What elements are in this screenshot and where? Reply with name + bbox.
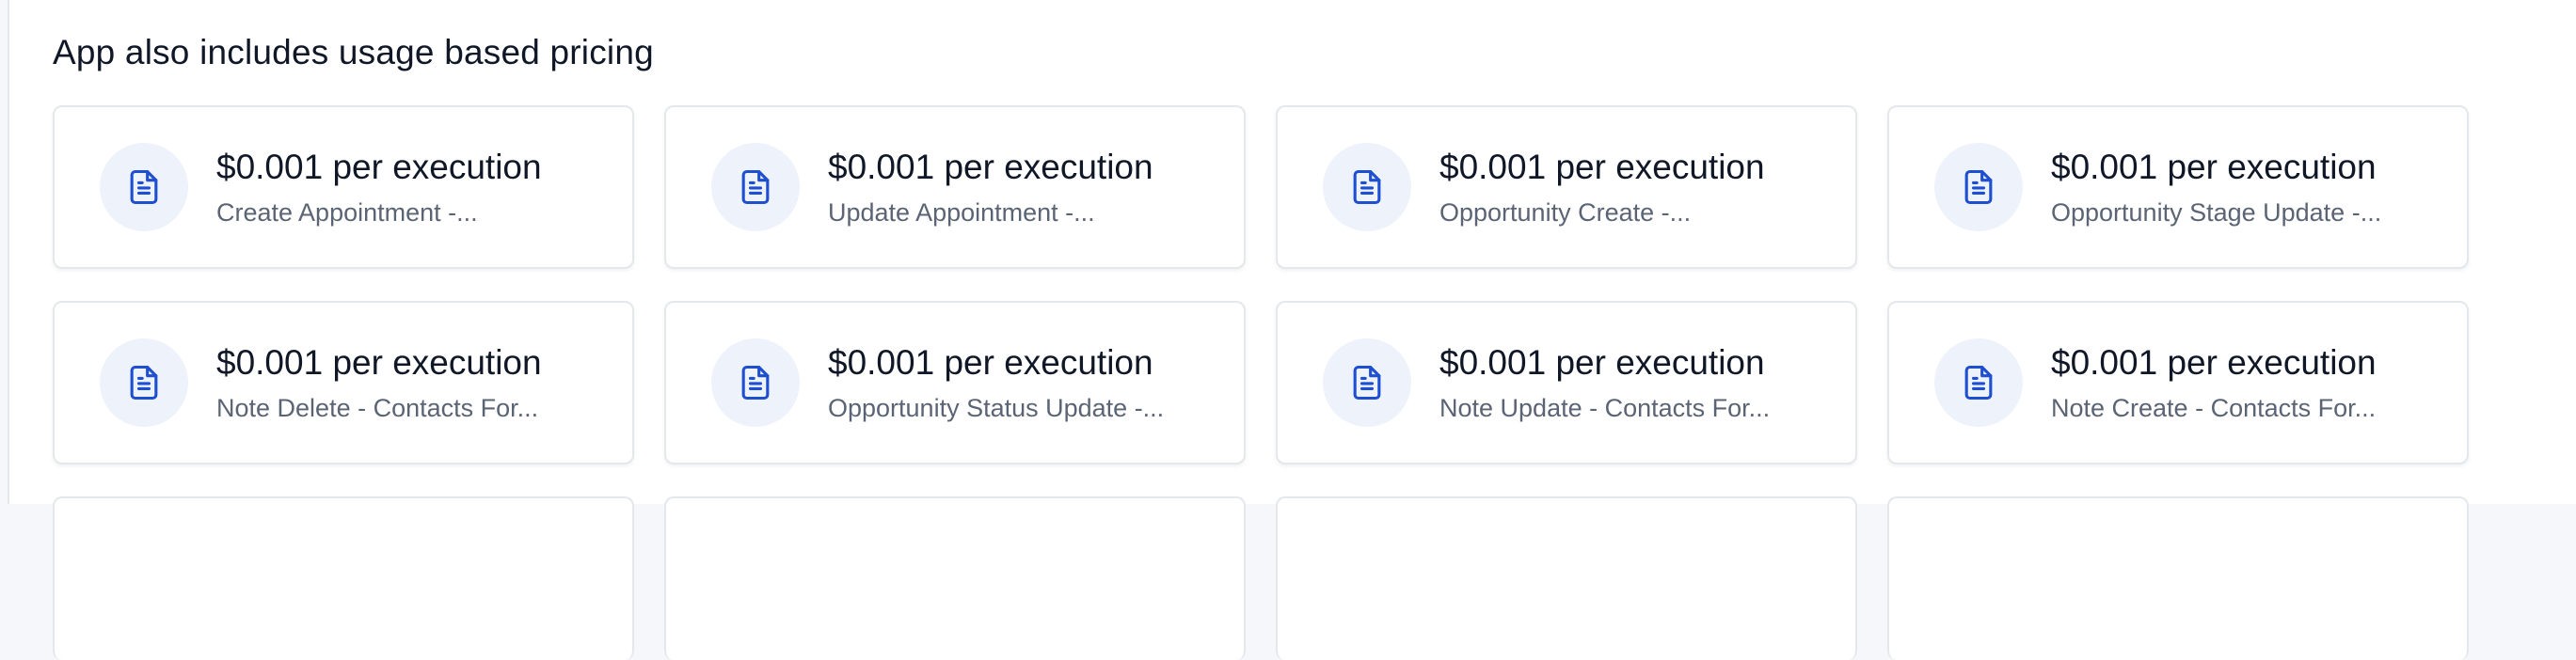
pricing-card[interactable] xyxy=(1276,496,1857,660)
pricing-description: Note Delete - Contacts For... xyxy=(216,394,539,422)
price-label: $0.001 per execution xyxy=(2051,148,2377,186)
document-icon xyxy=(711,143,800,231)
usage-pricing-panel: App also includes usage based pricing $0… xyxy=(8,0,2576,660)
price-label: $0.001 per execution xyxy=(216,343,542,382)
document-icon xyxy=(1323,338,1411,427)
price-label: $0.001 per execution xyxy=(1439,343,1765,382)
pricing-card[interactable]: $0.001 per execution Opportunity Create … xyxy=(1276,105,1857,269)
pricing-card[interactable]: $0.001 per execution Opportunity Stage U… xyxy=(1887,105,2469,269)
document-icon xyxy=(711,338,800,427)
pricing-description: Opportunity Stage Update -... xyxy=(2051,198,2382,227)
section-title: App also includes usage based pricing xyxy=(53,33,654,71)
pricing-card[interactable]: $0.001 per execution Note Create - Conta… xyxy=(1887,301,2469,464)
pricing-description: Opportunity Status Update -... xyxy=(828,394,1165,422)
pricing-card[interactable]: $0.001 per execution Create Appointment … xyxy=(53,105,634,269)
pricing-description: Opportunity Create -... xyxy=(1439,198,1692,227)
price-label: $0.001 per execution xyxy=(828,148,1153,186)
pricing-description: Note Update - Contacts For... xyxy=(1439,394,1771,422)
document-icon xyxy=(100,338,188,427)
pricing-card-grid: $0.001 per execution Create Appointment … xyxy=(53,105,2469,660)
pricing-card[interactable]: $0.001 per execution Opportunity Status … xyxy=(664,301,1246,464)
document-icon xyxy=(100,143,188,231)
pricing-description: Note Create - Contacts For... xyxy=(2051,394,2377,422)
pricing-card[interactable] xyxy=(664,496,1246,660)
document-icon xyxy=(1934,338,2023,427)
pricing-description: Create Appointment -... xyxy=(216,198,478,227)
pricing-card[interactable] xyxy=(53,496,634,660)
price-label: $0.001 per execution xyxy=(216,148,542,186)
price-label: $0.001 per execution xyxy=(828,343,1153,382)
pricing-card[interactable]: $0.001 per execution Note Update - Conta… xyxy=(1276,301,1857,464)
price-label: $0.001 per execution xyxy=(1439,148,1765,186)
document-icon xyxy=(1323,143,1411,231)
pricing-card[interactable]: $0.001 per execution Note Delete - Conta… xyxy=(53,301,634,464)
document-icon xyxy=(1934,143,2023,231)
pricing-card[interactable] xyxy=(1887,496,2469,660)
pricing-description: Update Appointment -... xyxy=(828,198,1095,227)
price-label: $0.001 per execution xyxy=(2051,343,2377,382)
pricing-card[interactable]: $0.001 per execution Update Appointment … xyxy=(664,105,1246,269)
